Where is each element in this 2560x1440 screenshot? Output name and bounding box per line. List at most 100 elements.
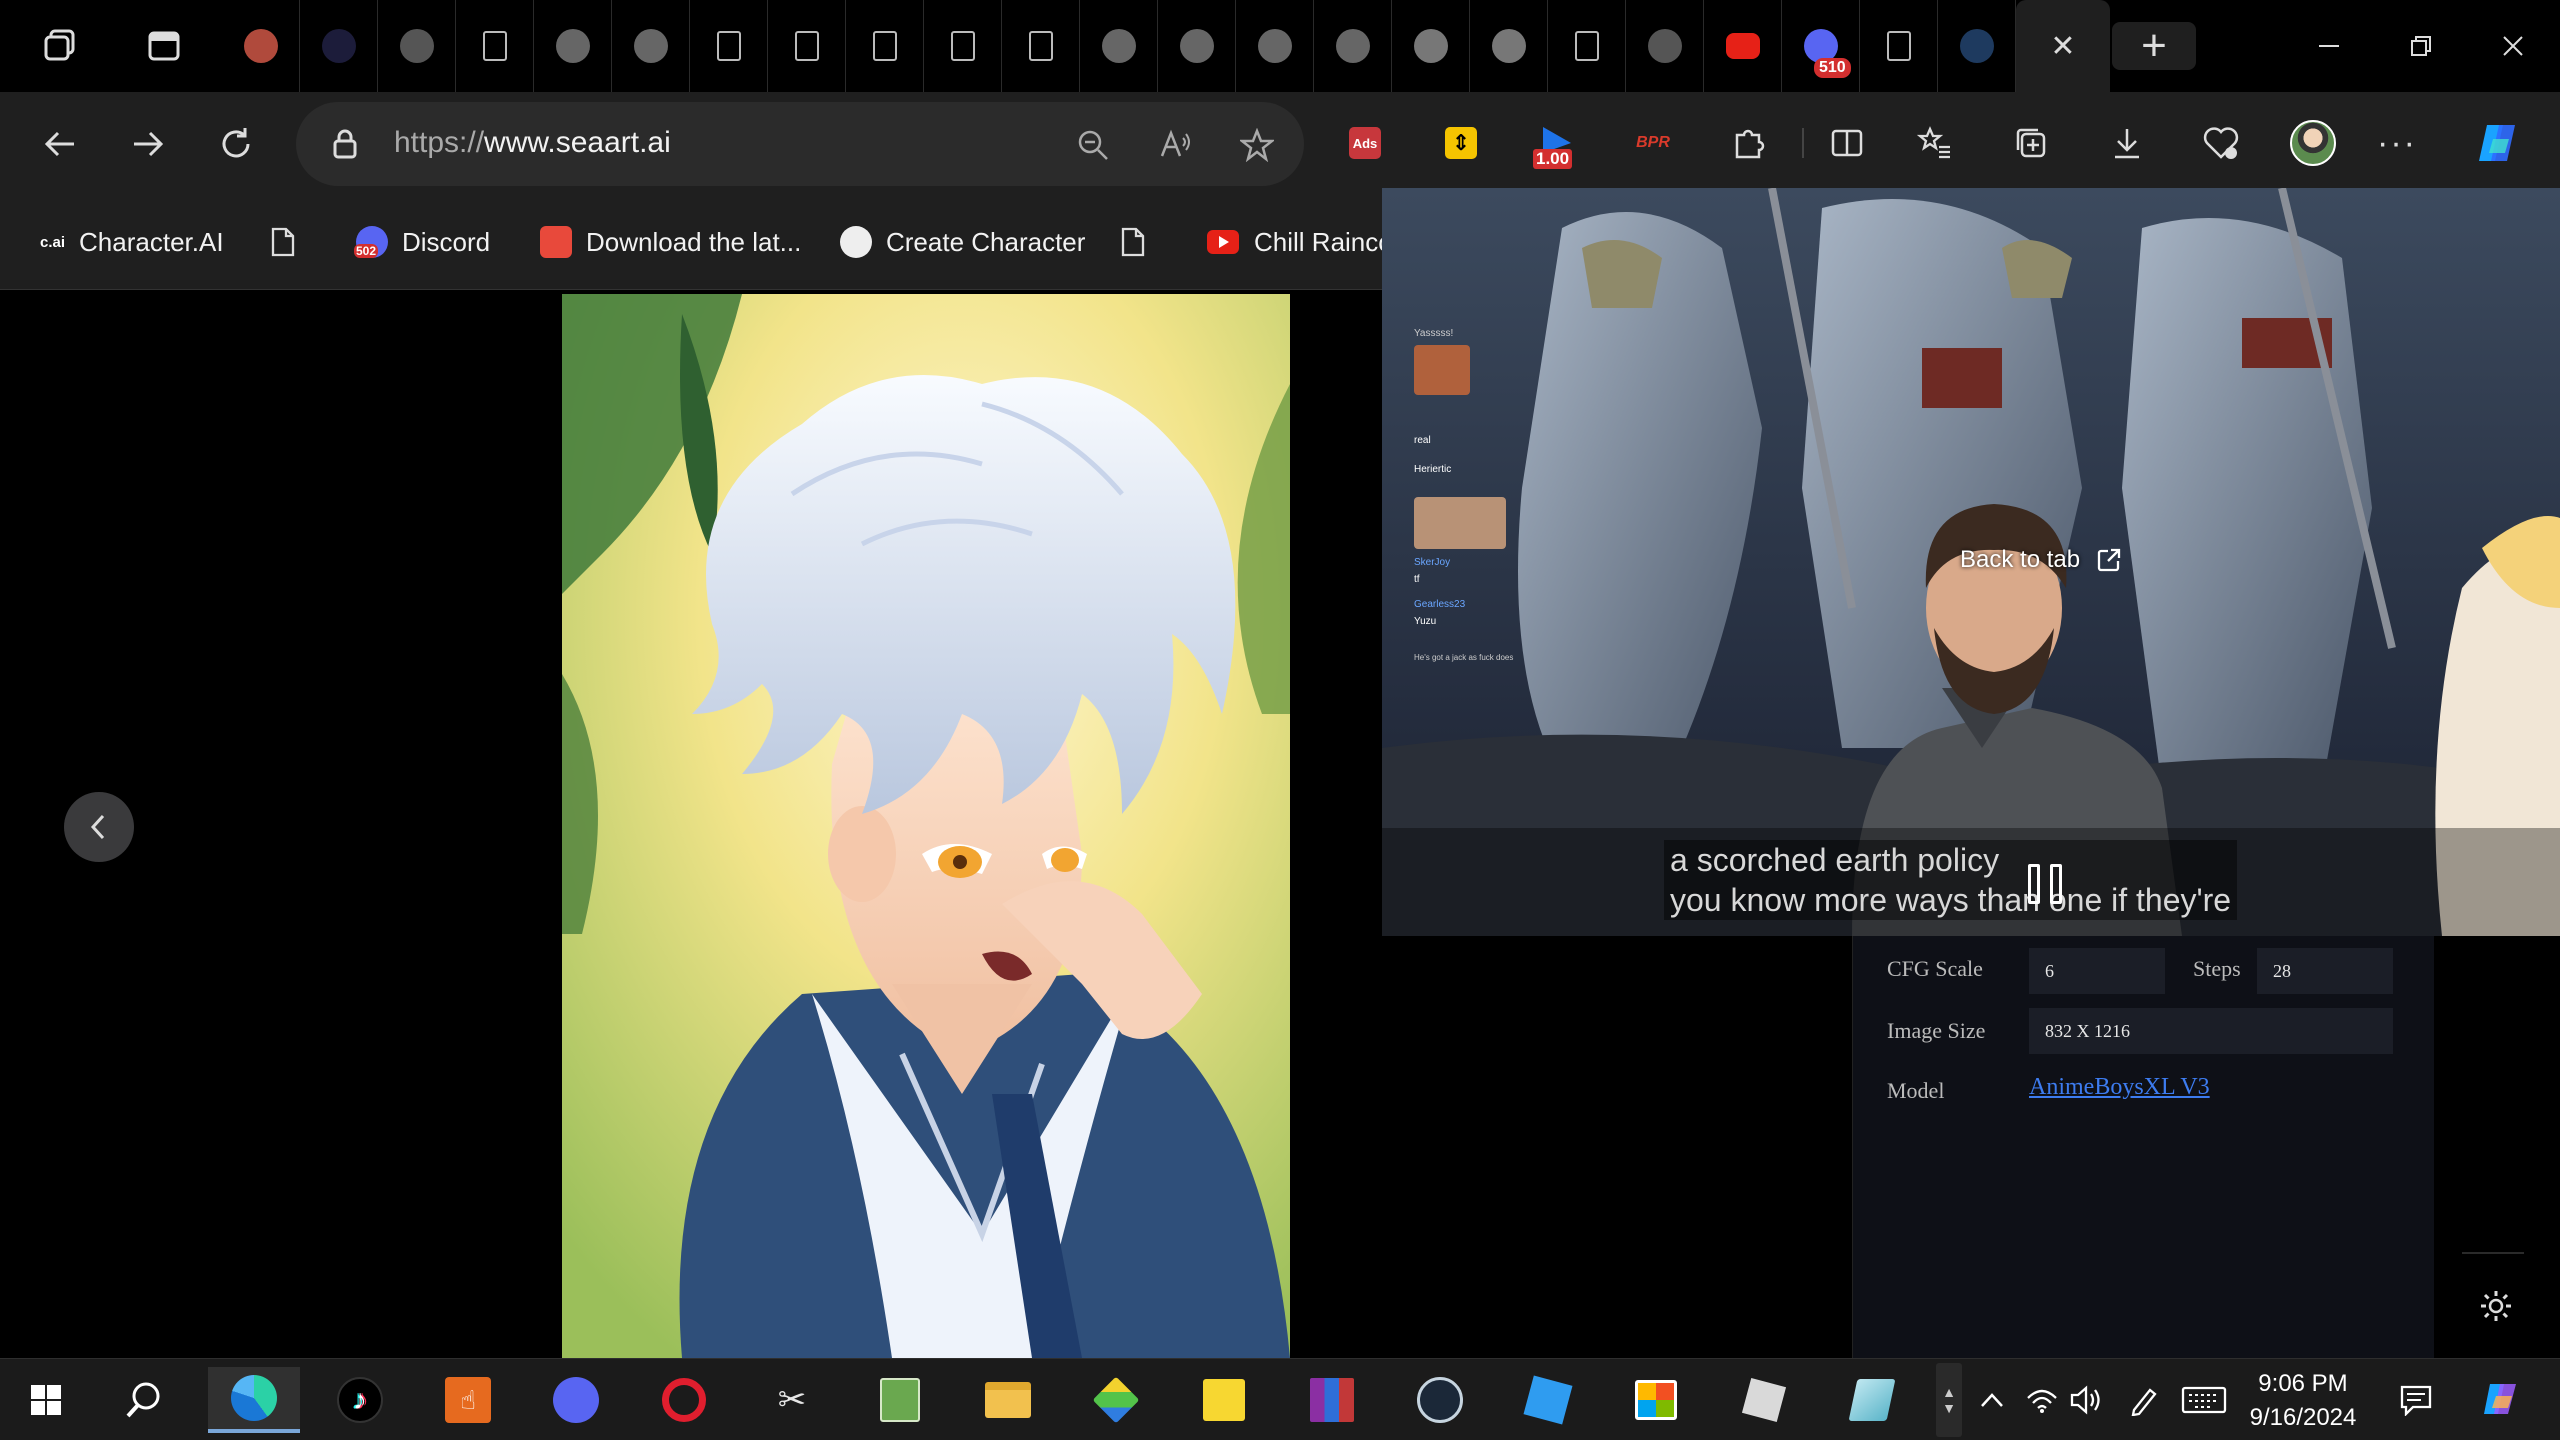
browser-tab[interactable] <box>1860 0 1938 92</box>
browser-tab[interactable] <box>1626 0 1704 92</box>
volume-button[interactable] <box>2066 1377 2106 1423</box>
network-button[interactable] <box>2022 1377 2062 1423</box>
taskbar-edge[interactable] <box>208 1367 300 1433</box>
browser-tab[interactable] <box>534 0 612 92</box>
browser-tab[interactable] <box>456 0 534 92</box>
notifications-button[interactable] <box>2394 1377 2438 1423</box>
pause-button[interactable] <box>2028 864 2072 920</box>
extensions-button[interactable] <box>1724 118 1774 168</box>
open-external-icon <box>2097 548 2121 572</box>
favorite-create-character[interactable]: Create Character <box>840 222 1085 262</box>
gear-icon[interactable] <box>2478 1288 2514 1324</box>
browser-essentials-button[interactable] <box>2196 118 2246 168</box>
show-hidden-icons-button[interactable] <box>1974 1377 2010 1423</box>
split-screen-button[interactable] <box>1822 118 1872 168</box>
taskbar-sticky-notes[interactable] <box>1190 1367 1258 1433</box>
picture-in-picture-video[interactable]: Yasssss! real Heriertic SkerJoy tf Gearl… <box>1382 188 2560 936</box>
previous-image-button[interactable] <box>64 792 134 862</box>
ice-cube-icon <box>1848 1379 1896 1421</box>
taskbar-clicker-app[interactable]: ☝ <box>434 1367 502 1433</box>
browser-tab[interactable] <box>1704 0 1782 92</box>
restore-button[interactable] <box>2396 22 2446 70</box>
bpr-extension-button[interactable]: BPR <box>1628 118 1678 168</box>
browser-tab[interactable] <box>1002 0 1080 92</box>
zoom-out-icon[interactable] <box>1076 128 1110 162</box>
browser-tab[interactable] <box>1236 0 1314 92</box>
taskbar-microsoft-store[interactable] <box>1622 1367 1690 1433</box>
close-tab-icon[interactable]: ✕ <box>2050 29 2075 64</box>
taskbar-file-explorer[interactable] <box>974 1367 1042 1433</box>
taskbar-steam[interactable] <box>1406 1367 1474 1433</box>
browser-tab[interactable] <box>1938 0 2016 92</box>
settings-more-button[interactable]: ··· <box>2372 118 2422 168</box>
taskbar-snipping-tool[interactable]: ✂ <box>758 1367 826 1433</box>
back-to-tab-button[interactable]: Back to tab <box>1960 546 2122 574</box>
browser-tab[interactable] <box>300 0 378 92</box>
browser-tab[interactable] <box>1314 0 1392 92</box>
model-link[interactable]: AnimeBoysXL V3 <box>2029 1074 2210 1101</box>
taskbar-tiktok[interactable]: ♪ <box>326 1367 394 1433</box>
lock-icon[interactable] <box>332 128 358 160</box>
url-text[interactable]: https://www.seaart.ai <box>394 126 671 160</box>
browser-tab[interactable] <box>1470 0 1548 92</box>
address-bar[interactable]: https://www.seaart.ai <box>296 102 1304 186</box>
browser-tab[interactable] <box>690 0 768 92</box>
favorite-download[interactable]: Download the lat... <box>540 222 801 262</box>
taskbar-ice-app[interactable] <box>1838 1367 1906 1433</box>
back-button[interactable] <box>32 116 88 172</box>
browser-tab[interactable] <box>1158 0 1236 92</box>
browser-tab[interactable] <box>612 0 690 92</box>
new-tab-button[interactable]: + <box>2112 22 2196 70</box>
swap-extension-button[interactable]: ⇕ <box>1436 118 1486 168</box>
read-aloud-icon[interactable] <box>1158 128 1192 162</box>
start-button[interactable] <box>12 1367 80 1433</box>
copilot-taskbar-button[interactable] <box>2472 1377 2528 1423</box>
browser-tab[interactable] <box>1392 0 1470 92</box>
forward-button[interactable] <box>120 116 176 172</box>
search-icon <box>1959 29 1994 63</box>
collections-icon <box>2016 128 2046 158</box>
taskbar-discord[interactable] <box>542 1367 610 1433</box>
downloads-button[interactable] <box>2102 118 2152 168</box>
workspaces-button[interactable] <box>36 22 84 70</box>
ads-extension-button[interactable]: Ads <box>1340 118 1390 168</box>
profile-button[interactable] <box>2288 118 2338 168</box>
taskbar-roblox-studio[interactable] <box>1514 1367 1582 1433</box>
refresh-button[interactable] <box>208 116 264 172</box>
taskbar-bluestacks[interactable] <box>1082 1367 1150 1433</box>
browser-tab[interactable]: 510 <box>1782 0 1860 92</box>
browser-tab[interactable] <box>924 0 1002 92</box>
generated-artwork[interactable] <box>562 294 1290 1358</box>
favorite-star-icon[interactable] <box>1240 128 1274 162</box>
speed-extension-button[interactable]: 1.00 <box>1532 118 1582 169</box>
browser-tab[interactable] <box>1548 0 1626 92</box>
taskbar-notepad-app[interactable] <box>866 1367 934 1433</box>
browser-tab[interactable] <box>222 0 300 92</box>
favorite-chill-raincoat[interactable]: Chill Raincoc <box>1206 222 1406 262</box>
taskbar-roblox[interactable] <box>1730 1367 1798 1433</box>
favorite-page[interactable] <box>1120 222 1146 262</box>
taskbar-overflow-scroll[interactable]: ▲ ▼ <box>1936 1363 1962 1437</box>
close-window-button[interactable] <box>2488 22 2538 70</box>
taskbar-winrar[interactable] <box>1298 1367 1366 1433</box>
taskbar-opera[interactable] <box>650 1367 718 1433</box>
touch-keyboard-button[interactable] <box>2178 1377 2230 1423</box>
collections-button[interactable] <box>2006 118 2056 168</box>
favorite-discord[interactable]: 502 Discord <box>354 222 490 262</box>
browser-tab[interactable] <box>1080 0 1158 92</box>
copilot-button[interactable] <box>2472 118 2522 168</box>
favorite-character-ai[interactable]: c.ai Character.AI <box>40 222 224 262</box>
system-clock[interactable]: 9:06 PM 9/16/2024 <box>2226 1367 2380 1435</box>
browser-tab[interactable] <box>378 0 456 92</box>
minimize-button[interactable] <box>2304 22 2354 70</box>
favorites-button[interactable] <box>1910 118 1960 168</box>
vertical-tabs-button[interactable] <box>140 22 188 70</box>
back-to-tab-label: Back to tab <box>1960 546 2081 573</box>
pen-menu-button[interactable] <box>2124 1377 2164 1423</box>
browser-tab[interactable] <box>768 0 846 92</box>
active-tab[interactable]: ✕ <box>2016 0 2110 92</box>
page-icon <box>1574 31 1599 61</box>
browser-tab[interactable] <box>846 0 924 92</box>
favorite-page[interactable] <box>270 222 296 262</box>
search-button[interactable] <box>110 1367 178 1433</box>
